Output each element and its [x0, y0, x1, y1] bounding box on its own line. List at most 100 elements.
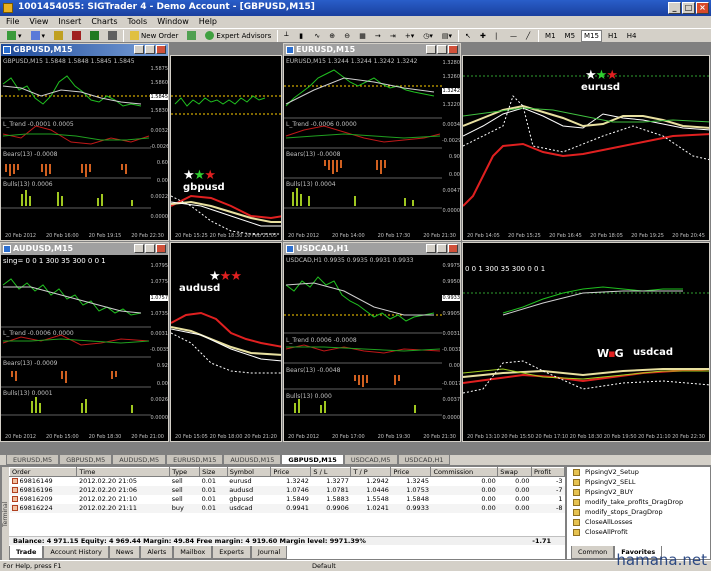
profiles-button[interactable]: ▾ — [28, 30, 49, 42]
chart-window-title[interactable]: EURUSD,M15 — [284, 44, 460, 56]
col-size[interactable]: Size — [199, 467, 228, 477]
chart-tab[interactable]: USDCAD,H1 — [397, 455, 451, 465]
tab-journal[interactable]: Journal — [250, 546, 288, 559]
chart-window-gbpusd-overlay[interactable]: ★★★ gbpusd 20 Feb 15:25 20 Feb 18:30 20 Fe… — [170, 55, 282, 241]
maximize-button[interactable] — [437, 244, 447, 253]
chart-window-eurusd[interactable]: EURUSD,M15 EURUSD,M15 1.3244 1.3244 1.32… — [283, 43, 461, 241]
table-row[interactable]: 69816209 2012.02.20 21:10 sell 0.01 gbpusd 1.… — [10, 495, 565, 504]
chart-window-title[interactable]: GBPUSD,M15 — [1, 44, 168, 56]
new-chart-button[interactable]: ▾ — [4, 30, 25, 42]
maximize-button[interactable] — [437, 45, 447, 54]
minimize-button[interactable] — [426, 45, 436, 54]
close-button[interactable] — [156, 244, 166, 253]
zoom-in-button[interactable]: ⊕ — [326, 30, 338, 42]
tf-m1-button[interactable]: M1 — [542, 30, 559, 42]
horizontal-line-button[interactable]: — — [507, 30, 520, 42]
tab-alerts[interactable]: Alerts — [140, 546, 174, 559]
chart-window-gbpusd[interactable]: GBPUSD,M15 GBPUSD,M15 1.5848 1.5848 1.58… — [0, 43, 169, 241]
tab-experts[interactable]: Experts — [212, 546, 251, 559]
market-watch-button[interactable] — [51, 30, 66, 42]
menu-tools[interactable]: Tools — [127, 16, 147, 28]
bar-chart-button[interactable]: ┴ — [281, 30, 293, 42]
col-profit[interactable]: Profit — [531, 467, 565, 477]
chart-window-title[interactable]: USDCAD,H1 — [284, 243, 460, 255]
minimize-button[interactable] — [134, 45, 144, 54]
script-item[interactable]: modify_stops_DragDrop — [567, 507, 710, 517]
expert-advisors-button[interactable]: Expert Advisors — [202, 30, 274, 42]
script-item[interactable]: CloseAllLosses — [567, 517, 710, 527]
data-window-button[interactable] — [69, 30, 84, 42]
tab-mailbox[interactable]: Mailbox — [173, 546, 213, 559]
script-item[interactable]: CloseAllProfit — [567, 527, 710, 537]
col-open-price[interactable]: Price — [270, 467, 312, 477]
minimize-button[interactable] — [426, 244, 436, 253]
close-button[interactable] — [156, 45, 166, 54]
indicators-button[interactable]: +▾ — [402, 30, 417, 42]
script-item[interactable]: PipsingV2_BUY — [567, 487, 710, 497]
maximize-button[interactable] — [145, 244, 155, 253]
chart-window-usdcad-overlay[interactable]: 0 0 1 300 35 300 0 0 1 W▪G usdcad 20 Feb… — [462, 242, 710, 442]
navigator-button[interactable] — [87, 30, 102, 42]
chart-tab-active[interactable]: GBPUSD,M15 — [281, 455, 344, 465]
tab-account-history[interactable]: Account History — [43, 546, 109, 559]
autoscroll-button[interactable]: → — [372, 30, 384, 42]
col-type[interactable]: Type — [169, 467, 201, 477]
zoom-out-button[interactable]: ⊖ — [341, 30, 353, 42]
col-order[interactable]: Order — [8, 467, 78, 477]
line-chart-button[interactable]: ∿ — [311, 30, 323, 42]
menu-insert[interactable]: Insert — [58, 16, 81, 28]
chart-tab[interactable]: EURUSD,M5 — [6, 455, 60, 465]
periods-button[interactable]: ◷▾ — [420, 30, 436, 42]
templates-button[interactable]: ▤▾ — [439, 30, 455, 42]
trendline-button[interactable]: ╱ — [523, 30, 535, 42]
script-item[interactable]: modify_take_profits_DragDrop — [567, 497, 710, 507]
chart-shift-button[interactable]: ⇥ — [387, 30, 399, 42]
new-order-button[interactable]: New Order — [127, 30, 181, 42]
vertical-line-button[interactable]: | — [492, 30, 504, 42]
close-button[interactable]: × — [696, 2, 709, 14]
chart-tab[interactable]: AUDUSD,M5 — [112, 455, 167, 465]
chart-area[interactable]: USDCAD,H1 0.9935 0.9935 0.9931 0.9933 L_… — [284, 255, 460, 441]
col-time[interactable]: Time — [76, 467, 171, 477]
tf-m15-button[interactable]: M15 — [581, 29, 602, 42]
col-swap[interactable]: Swap — [497, 467, 533, 477]
col-sl[interactable]: S / L — [310, 467, 352, 477]
chart-window-audusd-overlay[interactable]: ★★★ audusd 20 Feb 15:05 20 Feb 18:00 20 Fe… — [170, 242, 282, 442]
maximize-button[interactable] — [145, 45, 155, 54]
maximize-button[interactable]: □ — [682, 2, 695, 14]
menu-window[interactable]: Window — [157, 16, 189, 28]
chart-tab[interactable]: USDCAD,M5 — [343, 455, 398, 465]
col-tp[interactable]: T / P — [350, 467, 392, 477]
tab-trade[interactable]: Trade — [9, 546, 44, 559]
terminal-button[interactable] — [105, 30, 120, 42]
minimize-button[interactable] — [134, 244, 144, 253]
candlestick-button[interactable]: ▮ — [296, 30, 308, 42]
tile-windows-button[interactable]: ▦ — [356, 30, 369, 42]
table-row[interactable]: 69816224 2012.02.20 21:11 buy 0.01 usdcad 0.9… — [9, 503, 565, 513]
balance-row[interactable]: Balance: 4 971.15 Equity: 4 969.44 Margi… — [9, 536, 565, 545]
metaeditor-button[interactable] — [184, 30, 199, 42]
tab-common[interactable]: Common — [571, 546, 615, 559]
menu-file[interactable]: File — [6, 16, 19, 28]
chart-window-audusd[interactable]: AUDUSD,M15 sing= 0 0 1 300 35 300 0 0 1 … — [0, 242, 169, 442]
cursor-button[interactable]: ↖ — [462, 30, 474, 42]
chart-area[interactable]: GBPUSD,M15 1.5848 1.5848 1.5845 1.5845 L… — [1, 56, 168, 240]
tf-m5-button[interactable]: M5 — [562, 30, 579, 42]
menu-view[interactable]: View — [29, 16, 48, 28]
crosshair-button[interactable]: ✚ — [477, 30, 489, 42]
chart-tab[interactable]: GBPUSD,M5 — [59, 455, 113, 465]
col-price[interactable]: Price — [390, 467, 432, 477]
menu-charts[interactable]: Charts — [91, 16, 117, 28]
table-row[interactable]: 69816149 2012.02.20 21:05 sell 0.01 eurusd 1.… — [10, 477, 565, 486]
chart-tab[interactable]: AUDUSD,M15 — [223, 455, 282, 465]
close-button[interactable] — [448, 45, 458, 54]
script-item[interactable]: PipsingV2_SELL — [567, 477, 710, 487]
chart-window-title[interactable]: AUDUSD,M15 — [1, 243, 168, 255]
chart-area[interactable]: EURUSD,M15 1.3244 1.3244 1.3242 1.3242 L… — [284, 56, 460, 240]
script-item[interactable]: PipsingV2_Setup — [567, 467, 710, 477]
chart-area[interactable]: sing= 0 0 1 300 35 300 0 0 1 L_Trend -0.… — [1, 255, 168, 441]
col-commission[interactable]: Commission — [430, 467, 499, 477]
col-symbol[interactable]: Symbol — [226, 467, 272, 477]
chart-window-eurusd-overlay[interactable]: ★★★ eurusd 20 Feb 14:05 20 Feb 15:25 20 Fe… — [462, 55, 710, 241]
minimize-button[interactable]: _ — [668, 2, 681, 14]
